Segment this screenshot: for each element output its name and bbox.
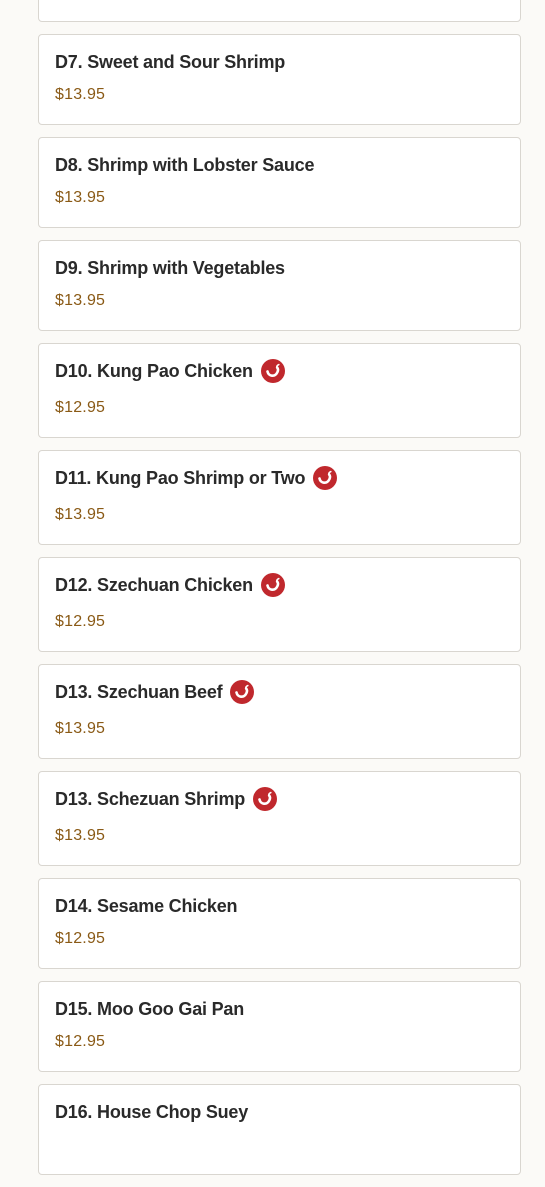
menu-item-card[interactable] [38, 0, 521, 22]
chili-pepper-icon [230, 680, 255, 704]
menu-item-title-row: D12. Szechuan Chicken [55, 573, 285, 597]
menu-item-card[interactable]: D13. Schezuan Shrimp $13.95 [38, 771, 521, 866]
menu-item-name: D7. Sweet and Sour Shrimp [55, 51, 286, 72]
menu-item-card[interactable]: D9. Shrimp with Vegetables $13.95 [38, 240, 521, 331]
menu-item-price: $12.95 [55, 1033, 106, 1050]
menu-item-title-row: D14. Sesame Chicken [55, 895, 238, 917]
chili-pepper-icon [253, 787, 278, 811]
menu-item-title-row: D10. Kung Pao Chicken [55, 359, 285, 383]
menu-item-title-row: D15. Moo Goo Gai Pan [55, 998, 244, 1020]
menu-item-name: D11. Kung Pao Shrimp or Two [55, 467, 306, 488]
menu-item-title-row: D9. Shrimp with Vegetables [55, 257, 285, 279]
menu-item-card[interactable]: D13. Szechuan Beef $13.95 [38, 664, 521, 759]
menu-item-name: D10. Kung Pao Chicken [55, 360, 253, 381]
menu-item-price: $13.95 [55, 827, 106, 844]
menu-item-name: D14. Sesame Chicken [55, 895, 238, 916]
menu-item-card[interactable]: D8. Shrimp with Lobster Sauce $13.95 [38, 137, 521, 228]
chili-pepper-icon [313, 466, 338, 490]
menu-item-card[interactable]: D7. Sweet and Sour Shrimp $13.95 [38, 34, 521, 125]
menu-item-price: $13.95 [55, 189, 106, 206]
menu-item-title-row: D16. House Chop Suey [55, 1101, 248, 1123]
menu-item-name: D12. Szechuan Chicken [55, 574, 253, 595]
menu-item-title-row: D11. Kung Pao Shrimp or Two [55, 466, 338, 490]
chili-pepper-icon [260, 573, 285, 597]
menu-item-list: D7. Sweet and Sour Shrimp $13.95 D8. Shr… [38, 0, 521, 1187]
menu-item-card[interactable]: D10. Kung Pao Chicken $12.95 [38, 343, 521, 438]
menu-item-title-row: D13. Szechuan Beef [55, 680, 255, 704]
menu-item-title-row: D7. Sweet and Sour Shrimp [55, 51, 285, 73]
menu-item-card[interactable]: D16. House Chop Suey [38, 1084, 521, 1175]
menu-item-name: D16. House Chop Suey [55, 1101, 249, 1122]
menu-item-title-row: D8. Shrimp with Lobster Sauce [55, 154, 314, 176]
menu-item-price: $13.95 [55, 506, 106, 523]
menu-item-card[interactable]: D14. Sesame Chicken $12.95 [38, 878, 521, 969]
menu-item-price: $12.95 [55, 399, 106, 416]
menu-item-price: $13.95 [55, 86, 106, 103]
menu-item-card[interactable]: D15. Moo Goo Gai Pan $12.95 [38, 981, 521, 1072]
menu-item-price: $13.95 [55, 720, 106, 737]
menu-item-price: $13.95 [55, 292, 106, 309]
menu-item-name: D13. Schezuan Shrimp [55, 788, 246, 809]
menu-item-name: D15. Moo Goo Gai Pan [55, 998, 245, 1019]
menu-item-price: $12.95 [55, 613, 106, 630]
menu-item-name: D13. Szechuan Beef [55, 681, 223, 702]
menu-item-name: D9. Shrimp with Vegetables [55, 257, 285, 278]
menu-item-card[interactable]: D12. Szechuan Chicken $12.95 [38, 557, 521, 652]
chili-pepper-icon [260, 359, 285, 383]
menu-item-price: $12.95 [55, 930, 106, 947]
menu-item-title-row: D13. Schezuan Shrimp [55, 787, 278, 811]
menu-item-card[interactable]: D11. Kung Pao Shrimp or Two $13.95 [38, 450, 521, 545]
menu-item-name: D8. Shrimp with Lobster Sauce [55, 154, 315, 175]
